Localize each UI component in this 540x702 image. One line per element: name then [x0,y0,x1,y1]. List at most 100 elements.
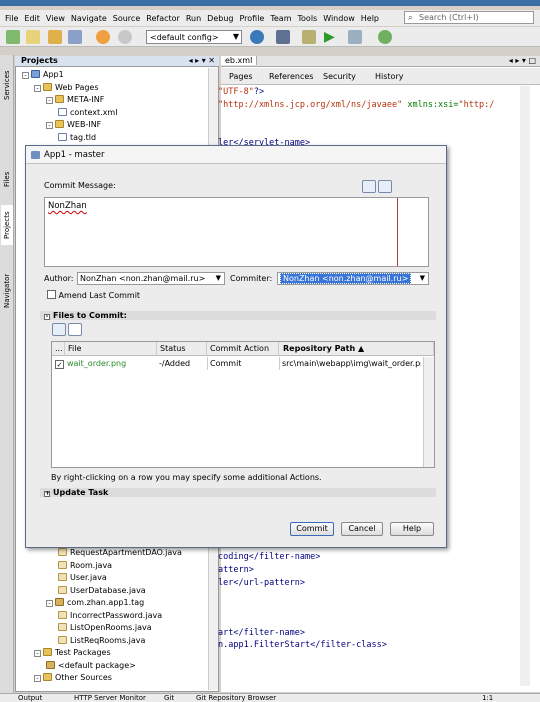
status-git[interactable]: Git [164,694,174,702]
tree-item[interactable]: tag.tld [58,131,96,144]
row-checkbox-cell[interactable]: ✓ [53,357,65,370]
collapse-toggle-icon[interactable]: - [46,122,53,129]
clean-build-icon[interactable] [302,30,316,44]
debug-icon[interactable] [348,30,362,44]
diff-icon[interactable] [52,323,66,336]
collapse-toggle-icon[interactable]: - [34,675,41,682]
editor-tab[interactable]: eb.xml [221,56,258,65]
tab-controls[interactable]: ◂ ▸ ▾ □ [509,56,536,65]
tree-item[interactable]: Room.java [58,559,112,572]
col-file[interactable]: File [65,342,157,356]
table-row[interactable]: ✓ wait_order.png -/Added Commit src\main… [52,357,422,370]
menu-item-view[interactable]: View [43,14,68,23]
files-section-header[interactable]: - Files to Commit: [40,311,436,320]
tree-item[interactable]: ListOpenRooms.java [58,621,152,634]
commit-button[interactable]: Commit [290,522,334,536]
subtab-security[interactable]: Security [323,72,356,81]
menu-item-file[interactable]: File [2,14,21,23]
build-icon[interactable] [276,30,290,44]
redo-icon[interactable] [118,30,132,44]
new-file-icon[interactable] [26,30,40,44]
tree-item[interactable]: IncorrectPassword.java [58,609,162,622]
tree-item[interactable]: UserDatabase.java [58,584,146,597]
col-commit-action[interactable]: Commit Action [207,342,279,356]
committer-combo[interactable]: NonZhan <non.zhan@mail.ru> ▼ [277,272,429,285]
cancel-button[interactable]: Cancel [341,522,383,536]
tree-item-label: IncorrectPassword.java [70,610,163,620]
status-git-repo-browser[interactable]: Git Repository Browser [196,694,276,702]
subtab-references[interactable]: References [269,72,313,81]
menu-item-edit[interactable]: Edit [21,14,43,23]
collapse-toggle-icon[interactable]: - [46,97,53,104]
amend-row[interactable]: Amend Last Commit [47,290,140,300]
tree-item[interactable]: - Other Sources [34,671,112,684]
commit-action-cell[interactable]: Commit [207,357,279,370]
author-combo[interactable]: NonZhan <non.zhan@mail.ru> ▼ [77,272,225,285]
table-scrollbar[interactable] [423,357,434,467]
panel-window-controls[interactable]: ◂ ▸ ▾ ✕ [189,56,215,66]
tree-item[interactable]: - com.zhan.app1.tag [46,596,144,609]
menu-item-help[interactable]: Help [358,14,382,23]
run-icon[interactable]: ▶ [324,30,338,44]
java-icon [58,560,67,569]
load-template-icon[interactable] [378,180,392,193]
profile-icon[interactable] [378,30,392,44]
menu-item-run[interactable]: Run [183,14,204,23]
tab-files[interactable]: Files [1,167,13,191]
menu-item-debug[interactable]: Debug [204,14,236,23]
recent-messages-icon[interactable] [362,180,376,193]
tree-item[interactable]: - Test Packages [34,646,111,659]
tree-item[interactable]: - Web Pages [34,81,99,94]
tree-item-label: ListOpenRooms.java [70,623,152,632]
committer-value: NonZhan <non.zhan@mail.ru> [280,273,412,284]
collapse-toggle-icon[interactable]: - [22,72,29,79]
status-http-monitor[interactable]: HTTP Server Monitor [74,694,146,702]
col-repository-path-label: Repository Path [283,344,356,353]
editor-scrollbar[interactable] [520,86,530,686]
tree-item-label: <default package> [58,660,136,670]
menu-item-team[interactable]: Team [267,14,294,23]
save-all-icon[interactable] [68,30,82,44]
row-checkbox[interactable]: ✓ [55,360,64,369]
config-select[interactable]: <default config> ▼ [146,30,242,44]
new-project-icon[interactable] [6,30,20,44]
tab-projects[interactable]: Projects [1,205,13,245]
collapse-toggle-icon[interactable]: - [34,650,41,657]
tree-item[interactable]: - WEB-INF [46,118,101,131]
undo-icon[interactable] [96,30,110,44]
code-token: attern> [218,565,254,575]
collapse-toggle-icon[interactable]: - [46,600,53,607]
subtab-pages[interactable]: Pages [229,72,253,81]
menu-item-source[interactable]: Source [110,14,143,23]
file-icon [58,132,67,141]
collapse-toggle-icon[interactable]: - [34,84,41,92]
tree-item[interactable]: User.java [58,571,107,584]
open-project-icon[interactable] [48,30,62,44]
code-line: attern> [218,565,254,575]
subtab-history[interactable]: History [375,72,403,81]
update-section-header[interactable]: + Update Task [40,488,436,497]
commit-message-input[interactable]: NonZhan [44,197,429,267]
menu-item-refactor[interactable]: Refactor [143,14,183,23]
amend-checkbox[interactable] [47,290,56,299]
tab-navigator[interactable]: Navigator [1,265,13,317]
tab-services[interactable]: Services [1,63,13,107]
tree-item[interactable]: <default package> [46,659,136,672]
tree-item[interactable]: context.xml [58,106,117,119]
menu-item-window[interactable]: Window [320,14,358,23]
col-options[interactable]: ... [52,342,65,356]
menu-item-navigate[interactable]: Navigate [68,14,110,23]
col-repository-path[interactable]: Repository Path ▲ [279,342,434,356]
col-status[interactable]: Status [157,342,207,356]
tree-item[interactable]: - App1 [22,68,64,81]
code-token: "UTF-8" [218,87,254,97]
tree-item[interactable]: - META-INF [46,93,104,106]
help-button[interactable]: Help [390,522,434,536]
globe-icon[interactable] [250,30,264,44]
search-input[interactable]: ⌕ Search (Ctrl+I) [404,11,534,24]
menu-item-profile[interactable]: Profile [236,14,267,23]
menu-item-tools[interactable]: Tools [295,14,321,23]
tree-item[interactable]: ListReqRooms.java [58,634,145,647]
select-all-icon[interactable] [68,323,82,336]
status-output[interactable]: Output [18,694,42,702]
